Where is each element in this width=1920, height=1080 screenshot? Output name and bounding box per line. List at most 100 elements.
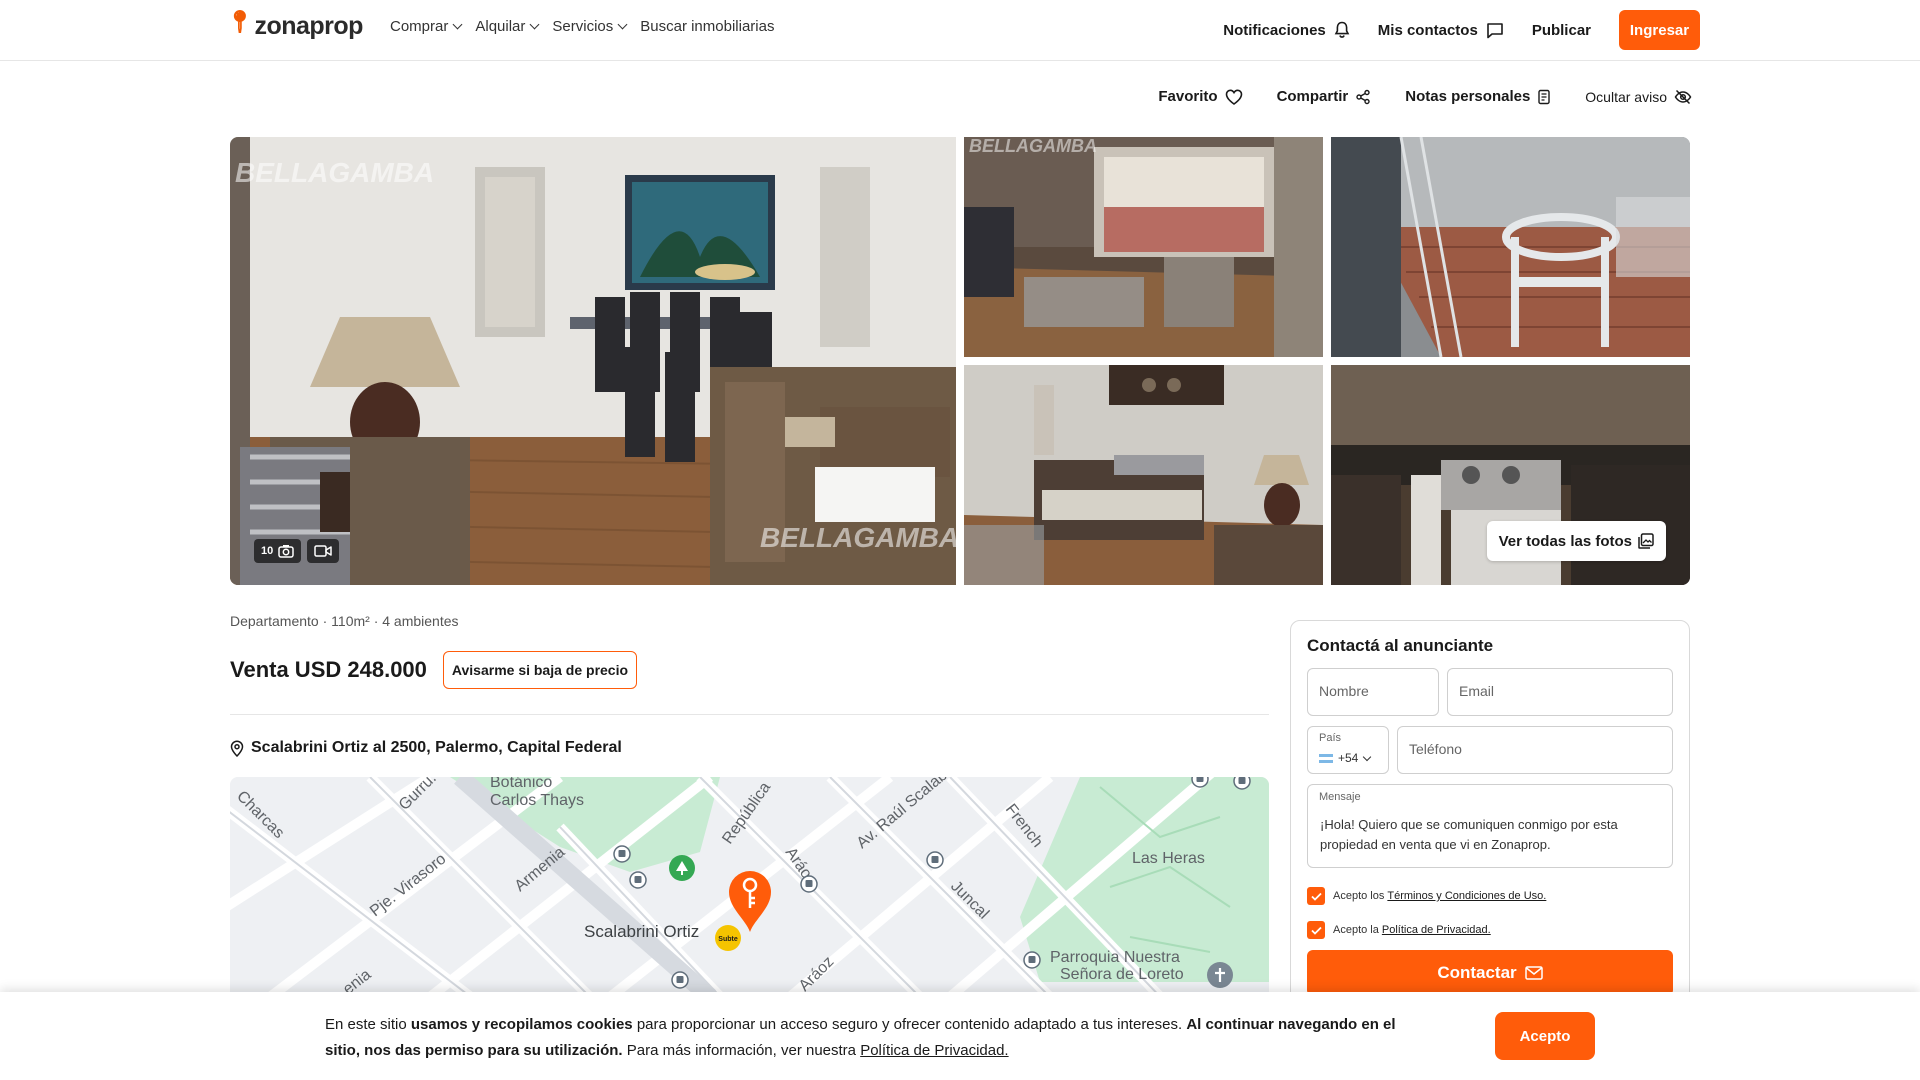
nav-alquilar-label: Alquilar <box>475 18 526 35</box>
country-code: +54 <box>1338 751 1359 765</box>
check-icon <box>1310 892 1322 901</box>
video-badge[interactable] <box>307 539 340 563</box>
privacy-checkbox-row: Acepto la Política de Privacidad. <box>1307 921 1491 939</box>
contacts-label: Mis contactos <box>1377 21 1478 39</box>
photo-sofa[interactable] <box>964 365 1323 585</box>
contact-form-panel: Contactá al anunciante Nombre Email País… <box>1290 620 1690 1040</box>
name-placeholder: Nombre <box>1319 683 1369 699</box>
favorite-label: Favorito <box>1158 88 1218 105</box>
privacy-checkbox[interactable] <box>1307 921 1325 939</box>
nav-servicios-label: Servicios <box>552 18 614 35</box>
park-tree-icon <box>669 855 695 881</box>
hide-listing-button[interactable]: Ocultar aviso <box>1585 89 1692 105</box>
location-pin-icon <box>230 739 244 757</box>
chevron-down-icon <box>529 19 540 30</box>
nav-comprar[interactable]: Comprar <box>390 18 463 35</box>
watermark-text-2: BELLAGAMBA <box>760 522 956 553</box>
view-all-label: Ver todas las fotos <box>1498 532 1632 550</box>
watermark-text: BELLAGAMBA <box>969 137 1097 156</box>
nav-alquilar[interactable]: Alquilar <box>475 18 540 35</box>
subte-icon: Subte <box>715 925 741 951</box>
camera-icon <box>278 545 294 558</box>
accept-cookies-button[interactable]: Acepto <box>1495 1012 1595 1060</box>
address-text: Scalabrini Ortiz al 2500, Palermo, Capit… <box>251 739 622 756</box>
my-contacts-link[interactable]: Mis contactos <box>1378 22 1504 39</box>
publish-label: Publicar <box>1531 21 1591 39</box>
name-input[interactable]: Nombre <box>1307 668 1439 716</box>
price-alert-button[interactable]: Avisarme si baja de precio <box>442 651 638 689</box>
subte-label: Subte <box>718 936 738 943</box>
envelope-icon <box>1524 966 1543 980</box>
country-code-select[interactable]: País +54 <box>1307 726 1389 774</box>
cookie-text-5: Para más información, ver nuestra <box>622 1042 861 1059</box>
country-value: +54 <box>1319 751 1372 765</box>
privacy-link[interactable]: Política de Privacidad. <box>1382 924 1491 936</box>
map-label-parroquia: Parroquia Nuestra <box>1050 949 1180 966</box>
map-label-carlos-thays: Carlos Thays <box>490 792 584 809</box>
notifications-link[interactable]: Notificaciones <box>1223 21 1350 39</box>
bell-icon <box>1334 21 1350 38</box>
favorite-button[interactable]: Favorito <box>1158 88 1242 105</box>
contact-submit-button[interactable]: Contactar <box>1307 950 1673 996</box>
photo-kitchen[interactable]: Ver todas las fotos <box>1331 365 1690 585</box>
eye-off-icon <box>1674 89 1692 104</box>
photo-count: 10 <box>261 545 274 557</box>
privacy-prefix: Acepto la <box>1333 924 1379 936</box>
photo-count-badge[interactable]: 10 <box>254 539 302 563</box>
terms-checkbox[interactable] <box>1307 887 1325 905</box>
chevron-down-icon <box>452 19 463 30</box>
publish-link[interactable]: Publicar <box>1532 22 1591 39</box>
message-textarea[interactable]: Mensaje ¡Hola! Quiero que se comuniquen … <box>1307 784 1673 868</box>
price-row: Venta USD 248.000 Avisarme si baja de pr… <box>230 651 638 689</box>
map-label-senora-loreto: Señora de Loreto <box>1060 966 1184 983</box>
church-icon <box>1207 962 1233 988</box>
phone-placeholder: Teléfono <box>1409 741 1462 757</box>
view-all-photos-button[interactable]: Ver todas las fotos <box>1486 521 1666 561</box>
notes-label: Notas personales <box>1405 88 1531 105</box>
nav-servicios[interactable]: Servicios <box>552 18 628 35</box>
top-header: 📍︎ zonaprop Comprar Alquilar Servicios B… <box>0 0 1920 61</box>
photo-gallery: BELLAGAMBA BELLAGAMBA 10 BELLAGAMBA Ver … <box>230 137 1690 585</box>
terms-link[interactable]: Términos y Condiciones de Uso. <box>1387 890 1546 902</box>
balcony-photo <box>1331 137 1690 357</box>
nav-buscar-label: Buscar inmobiliarias <box>640 18 775 35</box>
watermark-text: BELLAGAMBA <box>235 157 434 188</box>
chevron-down-icon <box>617 19 628 30</box>
email-input[interactable]: Email <box>1447 668 1673 716</box>
zonaprop-logo[interactable]: 📍︎ zonaprop <box>226 8 363 44</box>
cookie-text-2: usamos y recopilamos cookies <box>410 1016 633 1033</box>
argentina-flag-icon <box>1319 753 1333 763</box>
living-window-photo: BELLAGAMBA <box>964 137 1323 357</box>
location-map[interactable]: Botánico Carlos Thays Charcas Gurru. Pje… <box>230 777 1269 997</box>
header-right: Notificaciones Mis contactos Publicar In… <box>1195 10 1700 50</box>
cookie-privacy-link[interactable]: Política de Privacidad. <box>860 1042 1008 1059</box>
map-label-botanico: Botánico <box>490 777 552 791</box>
country-label: País <box>1319 732 1342 744</box>
share-button[interactable]: Compartir <box>1277 88 1372 105</box>
map-label-las-heras: Las Heras <box>1132 850 1205 867</box>
login-button[interactable]: Ingresar <box>1619 10 1700 50</box>
main-photo[interactable]: BELLAGAMBA BELLAGAMBA 10 <box>230 137 956 585</box>
cookie-text: En este sitio usamos y recopilamos cooki… <box>325 1012 1425 1064</box>
contact-submit-label: Contactar <box>1437 963 1517 982</box>
email-placeholder: Email <box>1459 683 1495 699</box>
main-nav: Comprar Alquilar Servicios Buscar inmobi… <box>390 18 788 35</box>
map-canvas: Botánico Carlos Thays Charcas Gurru. Pje… <box>230 777 1269 997</box>
personal-notes-button[interactable]: Notas personales <box>1405 88 1551 105</box>
property-meta: Departamento · 110m² · 4 ambientes <box>230 613 459 629</box>
contact-title: Contactá al anunciante <box>1307 636 1494 655</box>
nav-buscar-inmobiliarias[interactable]: Buscar inmobiliarias <box>640 18 774 35</box>
media-badges: 10 <box>254 539 340 563</box>
heart-icon <box>1225 88 1242 105</box>
message-label: Mensaje <box>1319 791 1361 803</box>
share-label: Compartir <box>1276 88 1349 105</box>
phone-input[interactable]: Teléfono <box>1397 726 1673 774</box>
chevron-down-icon <box>1363 752 1372 761</box>
photo-living-window[interactable]: BELLAGAMBA <box>964 137 1323 357</box>
video-icon <box>314 545 332 557</box>
photo-balcony[interactable] <box>1331 137 1690 357</box>
notifications-label: Notificaciones <box>1223 21 1326 39</box>
living-dining-room-photo: BELLAGAMBA BELLAGAMBA <box>230 137 956 585</box>
cookie-text-3: para proporcionar un acceso seguro y ofr… <box>632 1016 1187 1033</box>
sofa-photo <box>964 365 1323 585</box>
